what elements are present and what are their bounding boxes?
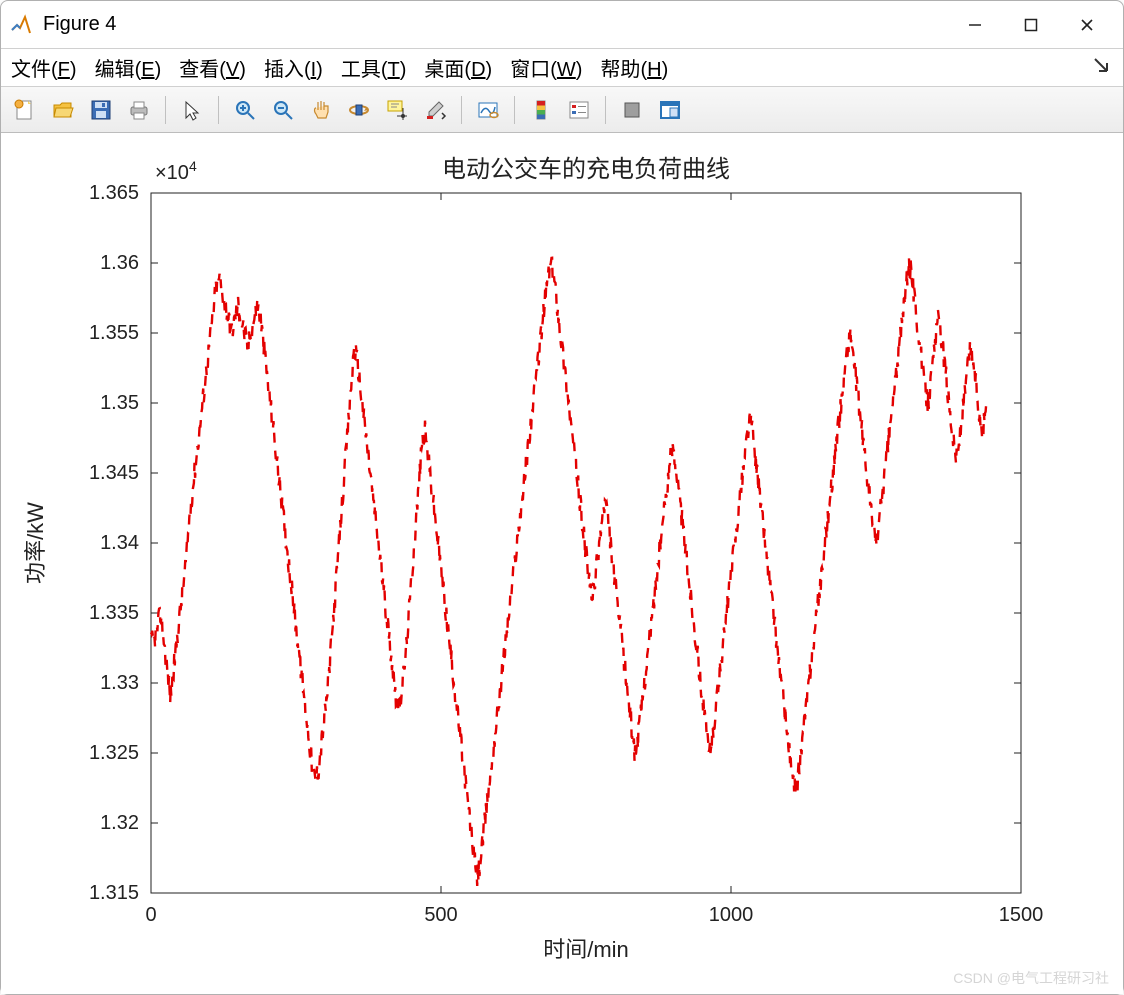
zoom-in-icon[interactable] [229, 94, 261, 126]
titlebar: Figure 4 [1, 1, 1123, 49]
svg-text:1500: 1500 [999, 904, 1044, 926]
brush-icon[interactable] [419, 94, 451, 126]
svg-text:1.35: 1.35 [100, 392, 139, 414]
menu-edit[interactable]: 编辑(E) [95, 53, 162, 82]
svg-text:功率/kW: 功率/kW [23, 502, 48, 584]
maximize-button[interactable] [1003, 3, 1059, 47]
svg-text:电动公交车的充电负荷曲线: 电动公交车的充电负荷曲线 [442, 156, 730, 183]
save-icon[interactable] [85, 94, 117, 126]
dock-icon[interactable] [654, 94, 686, 126]
hide-tools-icon[interactable] [616, 94, 648, 126]
legend-icon[interactable] [563, 94, 595, 126]
svg-text:1.32: 1.32 [100, 812, 139, 834]
pointer-icon[interactable] [176, 94, 208, 126]
dock-arrow-icon[interactable] [1093, 57, 1111, 81]
svg-text:1000: 1000 [709, 904, 754, 926]
data-cursor-icon[interactable] [381, 94, 413, 126]
svg-text:500: 500 [424, 904, 457, 926]
figure-area[interactable]: 0 500 1000 1500 1.315 1.32 1.325 1.33 1.335 1.34 1… [1, 133, 1123, 994]
matlab-icon [9, 13, 33, 37]
minimize-button[interactable] [947, 3, 1003, 47]
svg-text:时间/min: 时间/min [543, 937, 629, 962]
window-title: Figure 4 [43, 13, 116, 36]
rotate3d-icon[interactable] [343, 94, 375, 126]
svg-text:1.315: 1.315 [89, 882, 139, 904]
svg-text:1.345: 1.345 [89, 462, 139, 484]
menu-file[interactable]: 文件(F) [11, 53, 77, 82]
svg-text:1.36: 1.36 [100, 252, 139, 274]
svg-text:0: 0 [145, 904, 156, 926]
new-figure-icon[interactable] [9, 94, 41, 126]
svg-text:1.34: 1.34 [100, 532, 139, 554]
svg-text:1.33: 1.33 [100, 672, 139, 694]
figure-window: Figure 4 文件(F) 编辑(E) 查看(V) 插入(I) 工具(T) 桌… [0, 0, 1124, 995]
zoom-out-icon[interactable] [267, 94, 299, 126]
menu-help[interactable]: 帮助(H) [600, 53, 668, 82]
menu-view[interactable]: 查看(V) [179, 53, 246, 82]
menubar: 文件(F) 编辑(E) 查看(V) 插入(I) 工具(T) 桌面(D) 窗口(W… [1, 49, 1123, 87]
colorbar-icon[interactable] [525, 94, 557, 126]
open-icon[interactable] [47, 94, 79, 126]
link-plots-icon[interactable] [472, 94, 504, 126]
toolbar [1, 87, 1123, 133]
print-icon[interactable] [123, 94, 155, 126]
menu-insert[interactable]: 插入(I) [264, 53, 323, 82]
menu-tools[interactable]: 工具(T) [341, 53, 407, 82]
pan-icon[interactable] [305, 94, 337, 126]
svg-text:1.325: 1.325 [89, 742, 139, 764]
close-button[interactable] [1059, 3, 1115, 47]
menu-window[interactable]: 窗口(W) [510, 53, 582, 82]
svg-text:1.365: 1.365 [89, 182, 139, 204]
menu-desktop[interactable]: 桌面(D) [424, 53, 492, 82]
svg-text:1.355: 1.355 [89, 322, 139, 344]
svg-text:×104: ×104 [155, 158, 197, 184]
svg-text:1.335: 1.335 [89, 602, 139, 624]
axes[interactable]: 0 500 1000 1500 1.315 1.32 1.325 1.33 1.335 1.34 1… [1, 133, 1123, 991]
